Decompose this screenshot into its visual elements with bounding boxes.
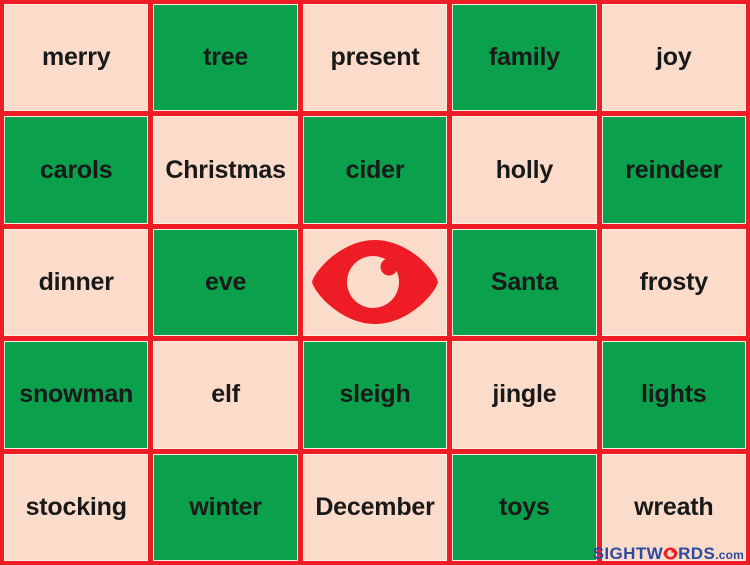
bingo-cell[interactable]: lights xyxy=(601,341,746,449)
bingo-cell[interactable]: merry xyxy=(4,4,149,112)
brand-text-part1: SIGHTW xyxy=(592,544,664,563)
bingo-cell-label: cider xyxy=(345,155,405,184)
bingo-cell-label: Christmas xyxy=(165,155,286,184)
bingo-cell[interactable]: carols xyxy=(4,116,149,224)
bingo-cell[interactable]: present xyxy=(302,4,448,112)
bingo-cell[interactable]: holly xyxy=(452,116,597,224)
bingo-cell-free-space[interactable] xyxy=(302,228,448,337)
bingo-cell-label: elf xyxy=(211,380,240,409)
bingo-cell[interactable]: stocking xyxy=(4,453,149,561)
bingo-cell-label: tree xyxy=(203,43,249,72)
bingo-cell-label: Santa xyxy=(490,267,558,296)
bingo-cell-label: lights xyxy=(641,380,707,409)
eye-icon xyxy=(311,236,439,328)
bingo-cell[interactable]: tree xyxy=(153,4,298,112)
bingo-cell-label: snowman xyxy=(19,380,134,409)
bingo-grid: merry tree present family joy carols Christmas… xyxy=(4,4,746,561)
bingo-cell[interactable]: Christmas xyxy=(153,116,298,224)
bingo-cell[interactable]: snowman xyxy=(4,341,149,449)
eye-icon xyxy=(663,547,678,560)
brand-logo[interactable]: SIGHTW RDS .com xyxy=(593,545,744,562)
bingo-cell-label: sleigh xyxy=(339,380,411,409)
bingo-cell[interactable]: eve xyxy=(153,228,298,337)
bingo-cell-label: reindeer xyxy=(625,155,723,184)
bingo-cell[interactable]: elf xyxy=(153,341,298,449)
bingo-cell[interactable]: winter xyxy=(153,453,298,561)
bingo-cell-label: merry xyxy=(41,43,111,72)
bingo-cell-label: carols xyxy=(39,155,113,184)
bingo-cell[interactable]: sleigh xyxy=(302,341,448,449)
bingo-cell[interactable]: Santa xyxy=(452,228,597,337)
bingo-cell-label: family xyxy=(488,43,560,72)
bingo-cell-label: stocking xyxy=(25,492,127,521)
bingo-cell[interactable]: jingle xyxy=(452,341,597,449)
bingo-cell-label: present xyxy=(330,43,420,72)
bingo-cell[interactable]: toys xyxy=(452,453,597,561)
brand-text-tld: .com xyxy=(715,548,744,562)
bingo-cell-label: joy xyxy=(656,43,692,72)
bingo-cell[interactable]: reindeer xyxy=(601,116,746,224)
brand-text-part2: RDS xyxy=(678,544,716,563)
bingo-cell-label: dinner xyxy=(38,267,114,296)
bingo-cell[interactable]: December xyxy=(302,453,448,561)
bingo-cell-label: December xyxy=(315,492,435,521)
bingo-cell[interactable]: dinner xyxy=(4,228,149,337)
bingo-cell[interactable]: family xyxy=(452,4,597,112)
bingo-cell-label: eve xyxy=(205,267,247,296)
bingo-cell-label: wreath xyxy=(634,492,714,521)
bingo-cell-label: toys xyxy=(499,492,550,521)
bingo-cell-label: holly xyxy=(495,155,554,184)
bingo-cell-label: jingle xyxy=(492,380,557,409)
bingo-cell-label: winter xyxy=(189,492,262,521)
bingo-cell-label: frosty xyxy=(639,267,708,296)
bingo-cell[interactable]: frosty xyxy=(601,228,746,337)
bingo-cell[interactable]: cider xyxy=(302,116,448,224)
bingo-card: merry tree present family joy carols Christmas… xyxy=(0,0,750,565)
bingo-cell[interactable]: joy xyxy=(601,4,746,112)
